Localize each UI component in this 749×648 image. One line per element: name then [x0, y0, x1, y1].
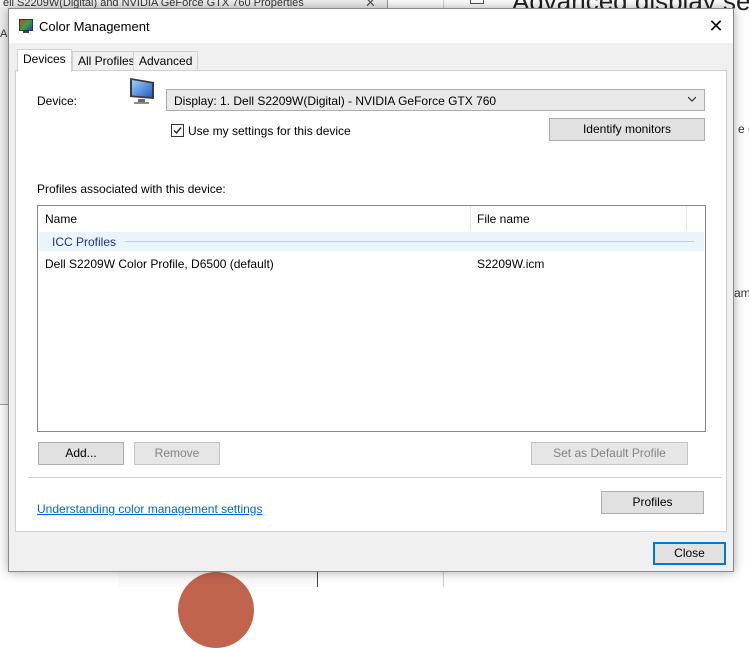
- background-text-fragment: e G: [738, 122, 749, 136]
- help-link[interactable]: Understanding color management settings: [37, 502, 262, 516]
- color-management-icon: [19, 19, 33, 33]
- profiles-label: Profiles associated with this device:: [37, 182, 226, 196]
- profile-name-cell[interactable]: Dell S2209W Color Profile, D6500 (defaul…: [45, 257, 274, 271]
- column-header-file-name[interactable]: File name: [477, 212, 530, 226]
- background-text-fragment: am: [734, 286, 749, 300]
- use-settings-checkbox[interactable]: [171, 124, 184, 137]
- column-divider[interactable]: [470, 206, 471, 230]
- close-button[interactable]: Close: [653, 542, 726, 565]
- chevron-down-icon: [688, 96, 696, 102]
- title-bar[interactable]: Color Management ✕: [9, 9, 733, 43]
- tab-all-profiles[interactable]: All Profiles: [72, 51, 141, 71]
- checkmark-icon: [173, 127, 182, 135]
- list-group-header[interactable]: ICC Profiles: [39, 232, 704, 251]
- column-divider[interactable]: [686, 206, 687, 230]
- device-dropdown[interactable]: Display: 1. Dell S2209W(Digital) - NVIDI…: [166, 89, 705, 111]
- add-button[interactable]: Add...: [38, 442, 124, 465]
- tab-advanced[interactable]: Advanced: [133, 51, 199, 71]
- profiles-button[interactable]: Profiles: [601, 491, 704, 514]
- identify-monitors-button[interactable]: Identify monitors: [549, 118, 705, 141]
- divider: [28, 477, 722, 478]
- group-divider: [125, 241, 694, 242]
- group-label: ICC Profiles: [52, 235, 117, 249]
- set-default-profile-button[interactable]: Set as Default Profile: [531, 442, 688, 465]
- remove-button[interactable]: Remove: [134, 442, 220, 465]
- list-header: Name File name: [38, 206, 705, 230]
- device-dropdown-value: Display: 1. Dell S2209W(Digital) - NVIDI…: [174, 94, 497, 108]
- background-window-icon: [470, 0, 484, 4]
- profiles-list[interactable]: Name File name ICC Profiles Dell S2209W …: [37, 205, 706, 432]
- background-avatar: [178, 572, 254, 648]
- column-header-name[interactable]: Name: [45, 212, 77, 226]
- tab-devices[interactable]: Devices: [17, 49, 72, 72]
- profile-file-cell[interactable]: S2209W.icm: [477, 257, 544, 271]
- dialog-title: Color Management: [39, 19, 150, 34]
- monitor-icon: [130, 78, 154, 104]
- close-icon[interactable]: ✕: [699, 9, 733, 43]
- device-label: Device:: [37, 94, 78, 108]
- use-settings-label[interactable]: Use my settings for this device: [188, 124, 351, 138]
